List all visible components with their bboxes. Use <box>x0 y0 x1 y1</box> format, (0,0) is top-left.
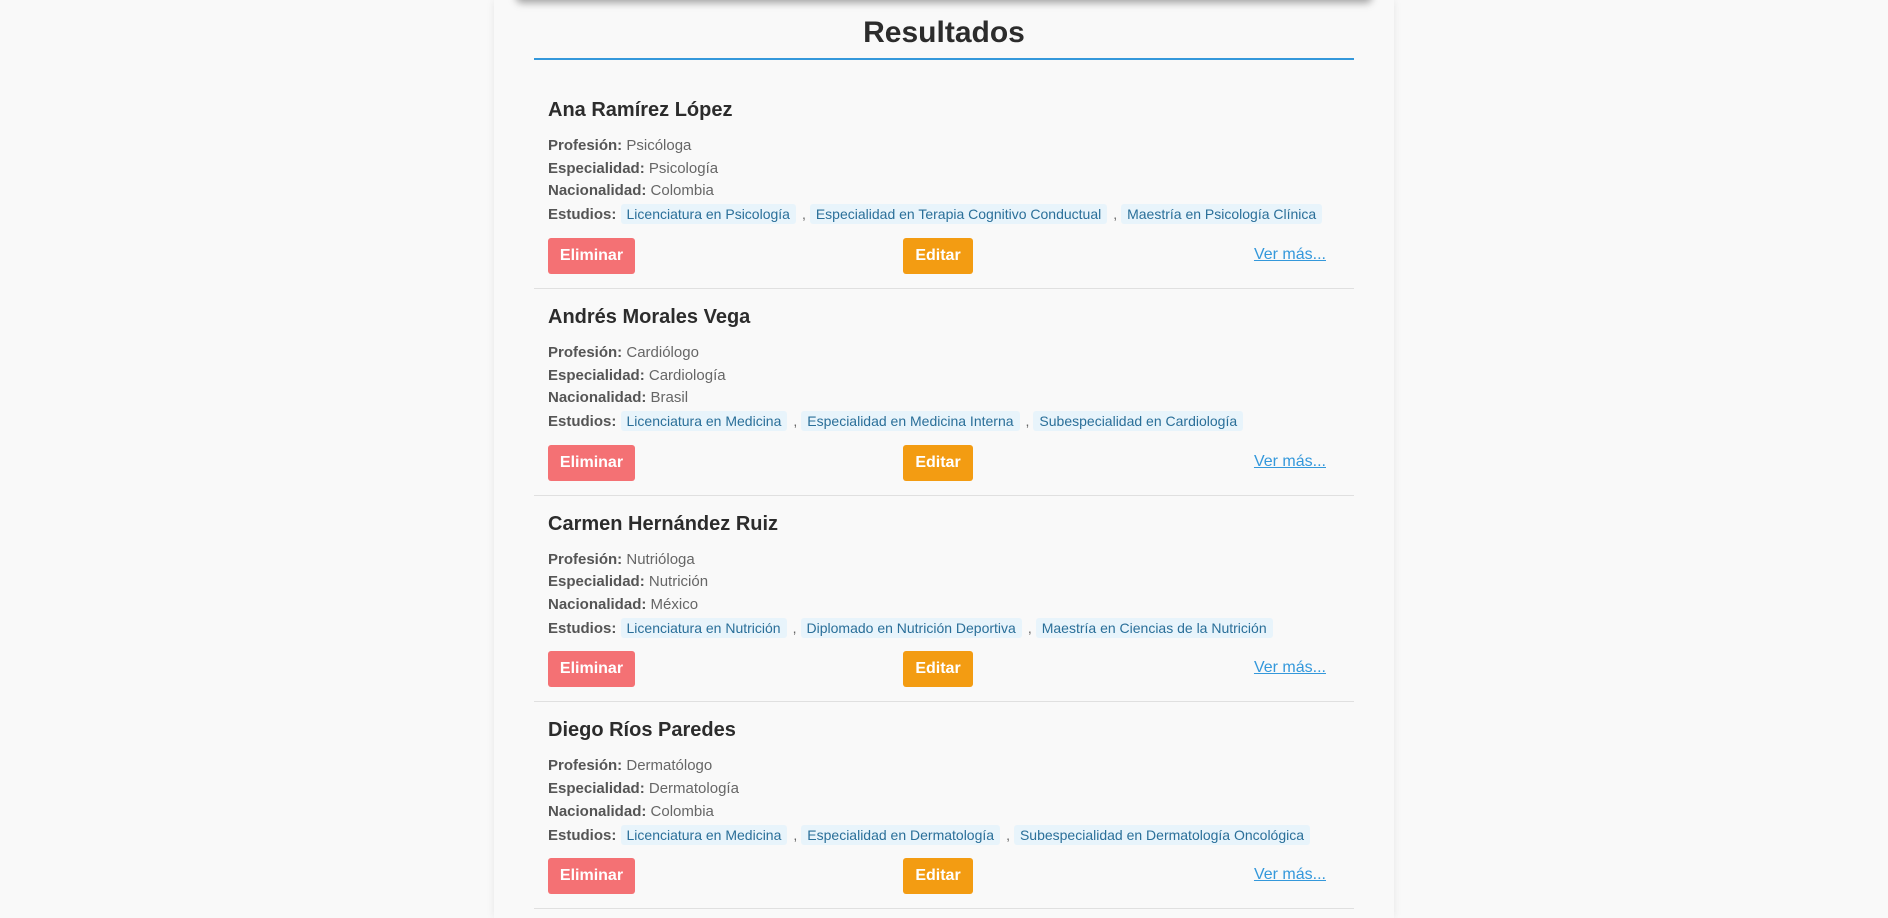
person-details: Profesión: Dermatólogo Especialidad: Der… <box>548 755 1340 847</box>
separator: , <box>1025 412 1030 429</box>
see-more-link[interactable]: Ver más... <box>1254 659 1326 677</box>
profession-value: Psicóloga <box>626 137 692 154</box>
field-nationality: Nacionalidad: Brasil <box>548 387 1340 410</box>
results-list: Ana Ramírez López Profesión: Psicóloga E… <box>534 60 1354 910</box>
results-title: Resultados <box>534 16 1354 60</box>
field-profession: Profesión: Cardiólogo <box>548 342 1340 365</box>
result-card: Diego Ríos Paredes Profesión: Dermatólog… <box>534 702 1354 910</box>
field-specialty: Especialidad: Cardiología <box>548 365 1340 388</box>
profession-label: Profesión: <box>548 343 623 361</box>
study-tag: Licenciatura en Psicología <box>620 204 796 225</box>
profession-value: Cardiólogo <box>626 343 699 361</box>
person-details: Profesión: Cardiólogo Especialidad: Card… <box>548 342 1340 434</box>
nationality-value: México <box>650 596 699 614</box>
edit-button[interactable]: Editar <box>903 237 973 274</box>
specialty-label: Especialidad: <box>548 366 645 384</box>
result-card: Andrés Morales Vega Profesión: Cardiólog… <box>534 289 1354 496</box>
study-tag: Especialidad en Terapia Cognitivo Conduc… <box>809 204 1108 225</box>
card-actions: Eliminar Editar Ver más... <box>548 444 1340 481</box>
result-card: Carmen Hernández Ruiz Profesión: Nutriól… <box>534 496 1354 703</box>
separator: , <box>793 412 798 429</box>
separator: , <box>792 619 797 636</box>
field-specialty: Especialidad: Nutrición <box>548 571 1340 594</box>
profession-label: Profesión: <box>548 137 623 154</box>
profession-value: Nutrióloga <box>626 550 695 568</box>
field-nationality: Nacionalidad: Colombia <box>548 180 1340 203</box>
specialty-value: Dermatología <box>648 780 739 798</box>
separator: , <box>1113 206 1118 223</box>
person-name: Andrés Morales Vega <box>548 305 751 328</box>
person-details: Profesión: Psicóloga Especialidad: Psico… <box>548 135 1340 227</box>
profession-label: Profesión: <box>548 757 623 775</box>
study-tag: Subespecialidad en Dermatología Oncológi… <box>1013 824 1311 845</box>
field-studies: Estudios: Licenciatura en Nutrición, Dipl… <box>548 617 1340 641</box>
delete-button[interactable]: Eliminar <box>548 651 635 688</box>
separator: , <box>1027 619 1032 636</box>
specialty-value: Psicología <box>648 159 719 177</box>
field-studies: Estudios: Licenciatura en Psicología, Esp… <box>548 203 1340 227</box>
nationality-label: Nacionalidad: <box>548 802 647 820</box>
field-nationality: Nacionalidad: Colombia <box>548 801 1340 824</box>
profession-value: Dermatólogo <box>626 757 713 775</box>
nationality-label: Nacionalidad: <box>548 389 647 407</box>
studies-label: Estudios: <box>548 206 617 224</box>
see-more-link[interactable]: Ver más... <box>1254 246 1326 264</box>
delete-button[interactable]: Eliminar <box>548 444 635 481</box>
field-studies: Estudios: Licenciatura en Medicina, Espec… <box>548 410 1340 434</box>
see-more-link[interactable]: Ver más... <box>1254 866 1326 884</box>
card-actions: Eliminar Editar Ver más... <box>548 858 1340 895</box>
person-name: Carmen Hernández Ruiz <box>548 512 779 535</box>
edit-button[interactable]: Editar <box>903 858 973 895</box>
study-tag: Subespecialidad en Cardiología <box>1033 410 1244 431</box>
specialty-label: Especialidad: <box>548 780 645 798</box>
edit-button[interactable]: Editar <box>903 651 973 688</box>
delete-button[interactable]: Eliminar <box>548 237 635 274</box>
studies-label: Estudios: <box>548 619 617 637</box>
edit-button[interactable]: Editar <box>903 444 973 481</box>
nationality-value: Colombia <box>650 802 714 820</box>
field-profession: Profesión: Nutrióloga <box>548 549 1340 572</box>
field-profession: Profesión: Psicóloga <box>548 135 1340 158</box>
study-tag: Especialidad en Dermatología <box>801 824 1001 845</box>
field-profession: Profesión: Dermatólogo <box>548 755 1340 778</box>
specialty-value: Nutrición <box>648 573 709 591</box>
main-container: Resultados Ana Ramírez López Profesión: … <box>494 0 1394 918</box>
separator: , <box>793 826 798 843</box>
card-actions: Eliminar Editar Ver más... <box>548 651 1340 688</box>
study-tag: Maestría en Psicología Clínica <box>1121 204 1323 225</box>
delete-button[interactable]: Eliminar <box>548 858 635 895</box>
field-nationality: Nacionalidad: México <box>548 594 1340 617</box>
nationality-label: Nacionalidad: <box>548 182 647 200</box>
studies-label: Estudios: <box>548 826 617 844</box>
nationality-label: Nacionalidad: <box>548 596 647 614</box>
separator: , <box>801 206 806 223</box>
field-specialty: Especialidad: Dermatología <box>548 778 1340 801</box>
specialty-value: Cardiología <box>648 366 726 384</box>
nationality-value: Brasil <box>650 389 689 407</box>
study-tag: Especialidad en Medicina Interna <box>801 410 1020 431</box>
study-tag: Licenciatura en Medicina <box>620 410 788 431</box>
study-tag: Licenciatura en Nutrición <box>620 617 787 638</box>
person-name: Ana Ramírez López <box>548 99 733 121</box>
see-more-link[interactable]: Ver más... <box>1254 453 1326 471</box>
study-tag: Diplomado en Nutrición Deportiva <box>800 617 1022 638</box>
results-section: Resultados Ana Ramírez López Profesión: … <box>534 0 1354 910</box>
study-tag: Maestría en Ciencias de la Nutrición <box>1035 617 1273 638</box>
separator: , <box>1006 826 1010 843</box>
specialty-label: Especialidad: <box>548 159 645 177</box>
specialty-label: Especialidad: <box>548 573 645 591</box>
field-specialty: Especialidad: Psicología <box>548 158 1340 181</box>
person-details: Profesión: Nutrióloga Especialidad: Nutr… <box>548 549 1340 641</box>
person-name: Diego Ríos Paredes <box>548 719 736 742</box>
field-studies: Estudios: Licenciatura en Medicina, Espec… <box>548 824 1340 848</box>
nationality-value: Colombia <box>650 182 714 200</box>
card-actions: Eliminar Editar Ver más... <box>548 237 1340 274</box>
result-card: Ana Ramírez López Profesión: Psicóloga E… <box>534 60 1354 289</box>
profession-label: Profesión: <box>548 550 623 568</box>
studies-label: Estudios: <box>548 412 617 430</box>
study-tag: Licenciatura en Medicina <box>620 824 788 845</box>
